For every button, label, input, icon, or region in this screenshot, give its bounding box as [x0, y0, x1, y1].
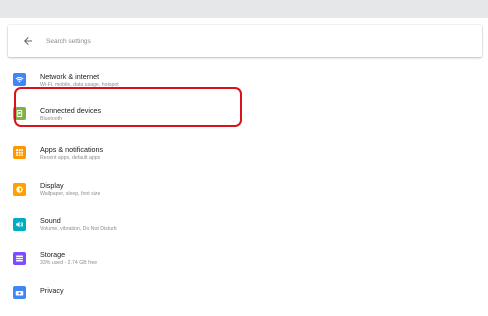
apps-icon — [13, 146, 26, 159]
settings-item-title: Storage — [40, 250, 66, 259]
settings-item-sound[interactable]: Sound Volume, vibration, Do Not Disturb — [0, 211, 488, 245]
settings-item-subtitle: Volume, vibration, Do Not Disturb — [40, 226, 117, 232]
settings-item-title: Privacy — [40, 286, 64, 295]
arrow-left-icon[interactable] — [22, 35, 34, 47]
settings-item-title: Sound — [40, 216, 61, 225]
settings-item-display[interactable]: Display Wallpaper, sleep, font size — [0, 176, 488, 210]
settings-item-privacy[interactable]: Privacy — [0, 282, 488, 316]
settings-item-subtitle: 33% used - 2.74 GB free — [40, 260, 98, 266]
highlight-box — [14, 87, 242, 127]
settings-item-subtitle: Wallpaper, sleep, font size — [40, 191, 101, 197]
brightness-icon — [13, 183, 26, 196]
privacy-icon — [13, 286, 26, 299]
settings-item-apps[interactable]: Apps & notifications Recent apps, defaul… — [0, 139, 488, 173]
storage-icon — [13, 252, 26, 265]
volume-icon — [13, 218, 26, 231]
wifi-icon — [13, 73, 26, 86]
settings-item-storage[interactable]: Storage 33% used - 2.74 GB free — [0, 245, 488, 279]
settings-item-title: Apps & notifications — [40, 145, 104, 154]
search-bar[interactable]: Search settings — [8, 25, 482, 57]
search-placeholder: Search settings — [46, 37, 91, 45]
settings-item-title: Display — [40, 181, 64, 190]
status-bar — [0, 0, 488, 18]
settings-item-subtitle: Recent apps, default apps — [40, 155, 101, 161]
settings-item-title: Network & internet — [40, 72, 100, 81]
